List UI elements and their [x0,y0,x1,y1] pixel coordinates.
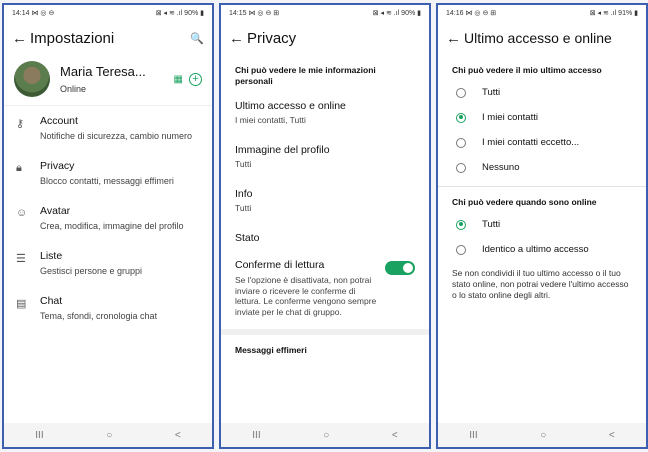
section-header[interactable]: Messaggi effimeri [221,335,429,360]
radio-label: I miei contatti [482,112,538,123]
recents-button[interactable]: III [252,430,260,441]
privacy-item-title: Info [235,188,253,200]
status-icons: ⊠ ◂ ≋ .ıl 91% ▮ [589,10,638,17]
radio-option-online-everyone[interactable]: Tutti [438,212,646,237]
key-icon: ⚷ [16,118,25,130]
read-receipts-title: Conferme di lettura [235,259,325,271]
settings-item-title: Account [40,115,78,127]
settings-item-privacy[interactable]: 🔒︎ Privacy Blocco contatti, messaggi eff… [4,151,212,196]
back-arrow-icon[interactable]: ← [12,30,30,47]
settings-item-subtitle: Blocco contatti, messaggi effimeri [40,176,174,186]
radio-button[interactable] [456,162,466,173]
status-time: 14:15 ⋈ ◎ ⊖ ⊞ [229,10,280,17]
privacy-item-title: Stato [235,232,260,244]
read-receipts-description: Se l'opzione è disattivata, non potrai i… [235,275,377,317]
privacy-screen: 14:15 ⋈ ◎ ⊖ ⊞ ⊠ ◂ ≋ .ıl 90% ▮ ← Privacy … [219,3,431,449]
radio-label: I miei contatti eccetto... [482,137,580,148]
qr-code-icon[interactable]: ▦ [174,74,183,85]
list-icon: ☰ [16,253,26,265]
read-receipts-toggle[interactable] [385,261,415,275]
privacy-item-info[interactable]: Info Tutti [221,179,429,223]
radio-button[interactable] [456,137,466,148]
privacy-item-value: I miei contatti, Tutti [235,115,306,125]
home-button[interactable]: ○ [106,430,112,441]
status-bar: 14:16 ⋈ ◎ ⊖ ⊞ ⊠ ◂ ≋ .ıl 91% ▮ [438,5,646,21]
settings-screen: 14:14 ⋈ ◎ ⊖ ⊠ ◂ ≋ .ıl 90% ▮ ← Impostazio… [2,3,214,449]
settings-item-subtitle: Crea, modifica, immagine del profilo [40,221,184,231]
section-header: Chi può vedere le mie informazioni perso… [235,65,376,86]
radio-label: Identico a ultimo accesso [482,244,589,255]
back-button[interactable]: < [609,430,615,441]
settings-item-title: Chat [40,295,63,307]
privacy-item-profile-photo[interactable]: Immagine del profilo Tutti [221,135,429,179]
radio-option-nobody[interactable]: Nessuno [438,155,646,180]
settings-item-title: Privacy [40,160,75,172]
status-bar: 14:15 ⋈ ◎ ⊖ ⊞ ⊠ ◂ ≋ .ıl 90% ▮ [221,5,429,21]
status-icons: ⊠ ◂ ≋ .ıl 90% ▮ [372,10,421,17]
radio-option-my-contacts[interactable]: I miei contatti [438,105,646,130]
status-time: 14:16 ⋈ ◎ ⊖ ⊞ [446,10,497,17]
profile-status: Online [60,84,87,94]
settings-item-avatar[interactable]: ☺ Avatar Crea, modifica, immagine del pr… [4,196,212,241]
back-arrow-icon[interactable]: ← [229,30,247,47]
avatar[interactable] [14,61,50,97]
radio-option-everyone[interactable]: Tutti [438,80,646,105]
recents-button[interactable]: III [35,430,43,441]
privacy-item-value: Tutti [235,203,252,213]
settings-item-chat[interactable]: ▤ Chat Tema, sfondi, cronologia chat [4,286,212,331]
radio-label: Tutti [482,219,501,230]
section-header: Chi può vedere il mio ultimo accesso [452,65,602,75]
settings-item-subtitle: Gestisci persone e gruppi [40,266,143,276]
section-header: Chi può vedere quando sono online [452,197,597,207]
status-bar: 14:14 ⋈ ◎ ⊖ ⊠ ◂ ≋ .ıl 90% ▮ [4,5,212,21]
radio-option-contacts-except[interactable]: I miei contatti eccetto... [438,130,646,155]
page-title: Ultimo accesso e online [464,30,612,46]
chat-icon: ▤ [16,298,27,310]
lock-icon: 🔒︎ [16,162,22,174]
back-arrow-icon[interactable]: ← [446,30,464,47]
add-icon[interactable]: + [189,72,202,86]
radio-label: Nessuno [482,162,520,173]
settings-item-lists[interactable]: ☰ Liste Gestisci persone e gruppi [4,241,212,286]
settings-item-account[interactable]: ⚷ Account Notifiche di sicurezza, cambio… [4,106,212,151]
privacy-item-value: Tutti [235,159,252,169]
info-note: Se non condividi il tuo ultimo accesso o… [452,268,629,300]
settings-item-subtitle: Notifiche di sicurezza, cambio numero [40,131,193,141]
privacy-item-last-seen[interactable]: Ultimo accesso e online I miei contatti,… [221,91,429,135]
app-bar: ← Impostazioni 🔍 [4,21,212,55]
radio-option-same-as-last-seen[interactable]: Identico a ultimo accesso [438,237,646,262]
page-title: Impostazioni [30,29,115,47]
read-receipts-row[interactable]: Conferme di lettura Se l'opzione è disat… [221,253,429,323]
back-button[interactable]: < [392,430,398,441]
system-nav-bar: III ○ < [4,423,212,447]
back-button[interactable]: < [175,430,181,441]
status-icons: ⊠ ◂ ≋ .ıl 90% ▮ [155,10,204,17]
radio-button-selected[interactable] [456,219,466,230]
home-button[interactable]: ○ [540,430,546,441]
search-icon[interactable]: 🔍 [190,32,204,45]
recents-button[interactable]: III [469,430,477,441]
last-seen-screen: 14:16 ⋈ ◎ ⊖ ⊞ ⊠ ◂ ≋ .ıl 91% ▮ ← Ultimo a… [436,3,648,449]
radio-button-selected[interactable] [456,112,466,123]
app-bar: ← Privacy [221,21,429,55]
settings-item-subtitle: Tema, sfondi, cronologia chat [40,311,158,321]
page-title: Privacy [247,29,297,47]
privacy-item-title: Ultimo accesso e online [235,100,346,112]
system-nav-bar: III ○ < [438,423,646,447]
status-time: 14:14 ⋈ ◎ ⊖ [12,10,55,17]
profile-row[interactable]: Maria Teresa... Online ▦ + [4,55,212,106]
settings-item-title: Liste [40,250,63,262]
app-bar: ← Ultimo accesso e online [438,21,646,55]
radio-button[interactable] [456,87,466,98]
radio-label: Tutti [482,87,501,98]
system-nav-bar: III ○ < [221,423,429,447]
settings-item-title: Avatar [40,205,71,217]
privacy-item-status[interactable]: Stato [221,223,429,253]
radio-button[interactable] [456,244,466,255]
home-button[interactable]: ○ [323,430,329,441]
profile-name: Maria Teresa... [60,64,146,79]
avatar-icon: ☺ [16,207,28,219]
privacy-item-title: Immagine del profilo [235,144,330,156]
